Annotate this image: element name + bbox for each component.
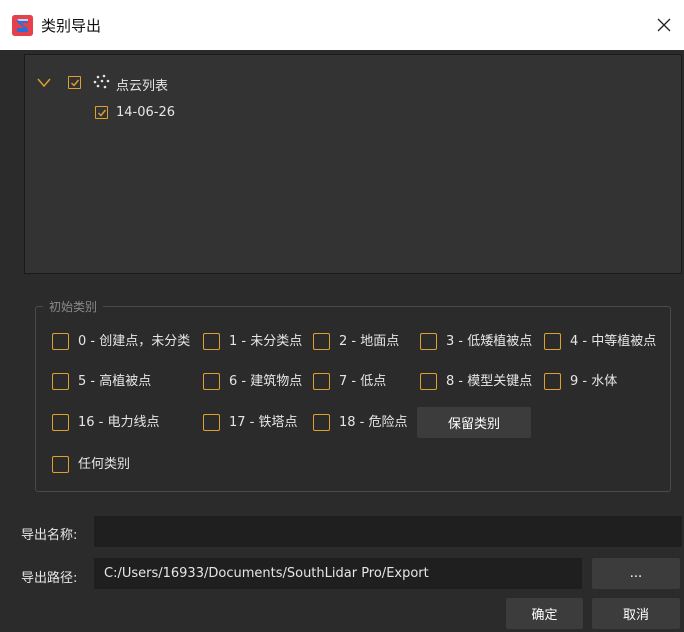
class-checkbox[interactable] xyxy=(544,373,561,390)
title-bar: 类别导出 xyxy=(0,0,684,50)
cancel-button[interactable]: 取消 xyxy=(592,598,680,629)
tree-child-checkbox[interactable] xyxy=(95,106,108,119)
app-logo-icon xyxy=(12,15,33,36)
point-cloud-icon xyxy=(93,73,111,91)
browse-button[interactable]: ... xyxy=(592,558,680,589)
tree-root-checkbox[interactable] xyxy=(68,76,81,89)
class-checkbox[interactable] xyxy=(313,333,330,350)
class-checkbox[interactable] xyxy=(203,333,220,350)
export-name-label: 导出名称: xyxy=(21,528,78,543)
point-cloud-tree: 点云列表 14-06-26 xyxy=(24,54,682,274)
export-path-input[interactable] xyxy=(94,558,582,589)
class-checkbox[interactable] xyxy=(52,456,69,473)
close-icon xyxy=(657,18,671,32)
ok-button[interactable]: 确定 xyxy=(506,598,583,629)
class-checkbox[interactable] xyxy=(52,333,69,350)
tree-child-label[interactable]: 14-06-26 xyxy=(116,105,175,120)
window-title: 类别导出 xyxy=(41,17,102,35)
class-group-title: 初始类别 xyxy=(43,298,104,315)
tree-root-label[interactable]: 点云列表 xyxy=(116,75,168,94)
class-checkbox[interactable] xyxy=(313,414,330,431)
keep-classes-button[interactable]: 保留类别 xyxy=(417,407,531,438)
class-checkbox[interactable] xyxy=(203,414,220,431)
export-path-label: 导出路径: xyxy=(21,571,78,586)
export-name-input[interactable] xyxy=(94,516,682,547)
class-checkbox[interactable] xyxy=(420,333,437,350)
class-checkbox[interactable] xyxy=(52,373,69,390)
class-checkbox[interactable] xyxy=(420,373,437,390)
class-checkbox[interactable] xyxy=(313,373,330,390)
class-checkbox[interactable] xyxy=(544,333,561,350)
class-checkbox[interactable] xyxy=(52,414,69,431)
expand-chevron-icon[interactable] xyxy=(37,77,51,88)
class-checkbox[interactable] xyxy=(203,373,220,390)
close-button[interactable] xyxy=(644,0,684,50)
